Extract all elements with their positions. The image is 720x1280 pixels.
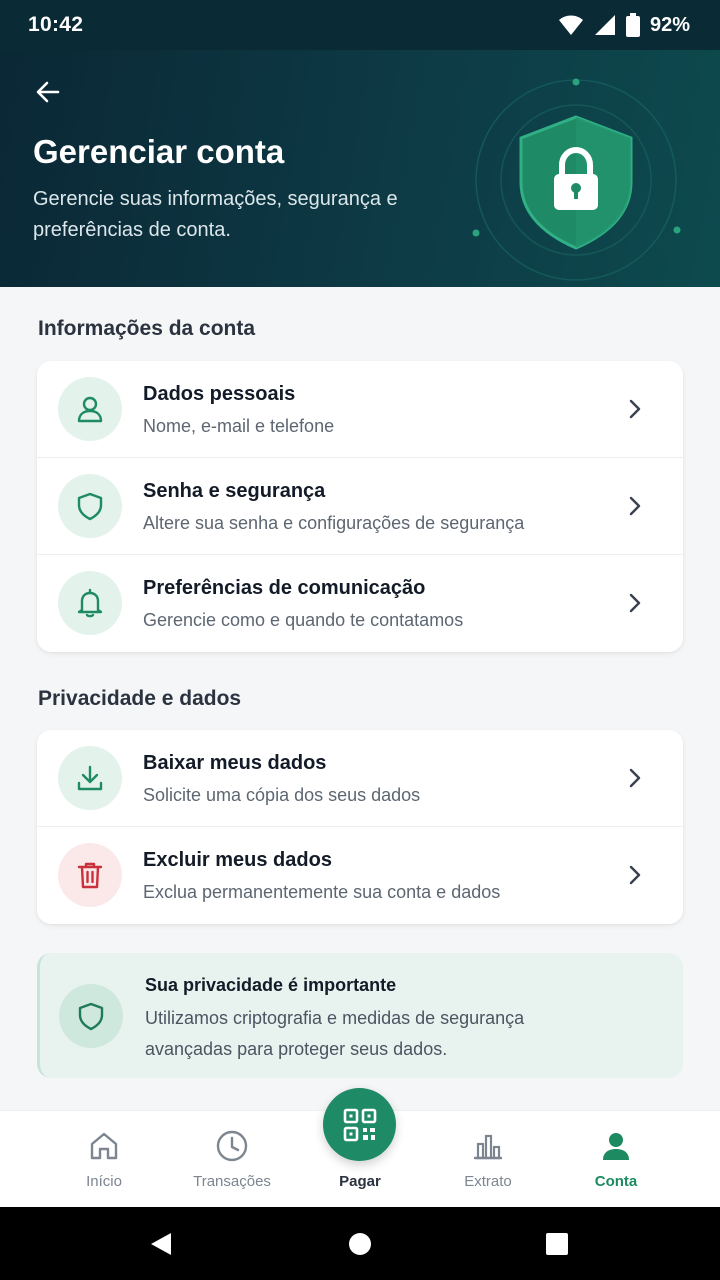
privacy-notice-text: Utilizamos criptografia e medidas de seg… [145,1008,525,1059]
row-subtitle: Altere sua senha e configurações de segu… [143,513,525,533]
nav-label: Início [86,1173,122,1190]
row-title: Senha e segurança [143,480,326,502]
arrow-left-icon [36,81,60,103]
system-recents-icon[interactable] [544,1231,570,1257]
chevron-right-icon [629,496,641,516]
nav-item-inicio[interactable]: Início [40,1111,168,1208]
row-communication-preferences[interactable]: Preferências de comunicação Gerencie com… [37,555,683,652]
back-button[interactable] [28,72,68,112]
nav-label: Transações [193,1173,271,1190]
status-time: 10:42 [28,13,84,36]
page-subtitle: Gerencie suas informações, segurança e p… [33,188,398,241]
section-title-privacy: Privacidade e dados [38,687,242,710]
signal-icon [594,15,615,35]
row-subtitle: Solicite uma cópia dos seus dados [143,785,421,805]
nav-label: Pagar [339,1173,381,1190]
row-download-data[interactable]: Baixar meus dados Solicite uma cópia dos… [37,730,683,827]
row-delete-data[interactable]: Excluir meus dados Exclua permanentement… [37,827,683,924]
user-icon [58,377,122,441]
bell-icon [58,571,122,635]
system-home-icon[interactable] [347,1231,373,1257]
clock-icon [215,1129,249,1163]
bar-chart-icon [471,1129,505,1163]
section-title-account: Informações da conta [38,317,256,340]
system-nav-bar [0,1207,720,1280]
trash-icon [58,843,122,907]
chevron-right-icon [629,768,641,788]
shield-icon [58,474,122,538]
chevron-right-icon [629,593,641,613]
page-title: Gerenciar conta [33,133,285,170]
privacy-card-list: Baixar meus dados Solicite uma cópia dos… [37,730,683,924]
download-icon [58,746,122,810]
battery-percent: 92% [649,13,690,36]
nav-item-conta[interactable]: Conta [552,1111,680,1208]
pay-button[interactable] [323,1088,396,1161]
row-title: Preferências de comunicação [143,577,426,599]
row-password-security[interactable]: Senha e segurança Altere sua senha e con… [37,458,683,555]
qr-code-icon [343,1108,376,1141]
row-subtitle: Exclua permanentemente sua conta e dados [143,882,501,902]
row-title: Dados pessoais [143,383,296,405]
row-title: Excluir meus dados [143,849,332,871]
nav-item-transacoes[interactable]: Transações [168,1111,296,1208]
account-card: Dados pessoais Nome, e-mail e telefone S… [37,361,683,652]
home-icon [87,1129,121,1163]
battery-icon [625,13,640,37]
user-icon [599,1129,633,1163]
nav-label: Extrato [464,1173,512,1190]
nav-item-extrato[interactable]: Extrato [424,1111,552,1208]
privacy-notice-title: Sua privacidade é importante [145,975,397,995]
status-bar: 10:42 92% [0,0,720,50]
row-subtitle: Gerencie como e quando te contatamos [143,610,464,630]
shield-icon [59,984,123,1048]
shield-lock-icon [466,70,686,287]
chevron-right-icon [629,865,641,885]
wifi-icon [558,15,583,35]
chevron-right-icon [629,399,641,419]
nav-label: Conta [594,1173,638,1190]
privacy-notice: Sua privacidade é importante Utilizamos … [37,953,683,1078]
system-back-icon[interactable] [148,1231,174,1257]
row-title: Baixar meus dados [143,752,327,774]
row-subtitle: Nome, e-mail e telefone [143,416,335,436]
row-personal-data[interactable]: Dados pessoais Nome, e-mail e telefone [37,361,683,458]
